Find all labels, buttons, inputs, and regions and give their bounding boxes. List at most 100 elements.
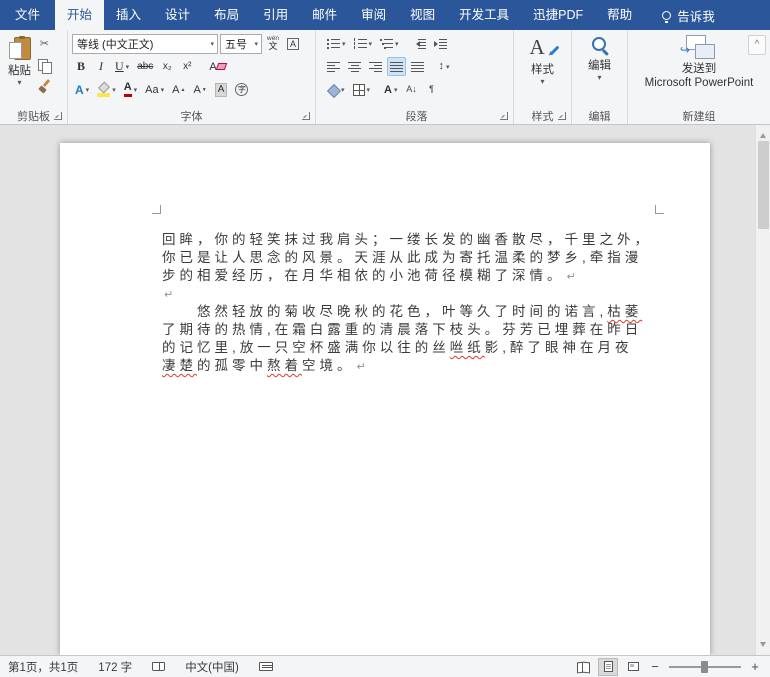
ribbon-tab-bar: 文件 开始 插入 设计 布局 引用 邮件 审阅 视图 开发工具 迅捷PDF 帮助… [0,0,770,30]
tab-file[interactable]: 文件 [0,0,55,30]
document-line[interactable]: 你已是让人思念的风景。天涯从此成为寄托温柔的梦乡,牵指漫 [162,249,662,267]
print-layout-button[interactable] [598,657,618,676]
send-to-powerpoint-icon: ↪ [680,35,716,60]
document-page[interactable]: 回眸，你的轻笑抹过我肩头；一缕长发的幽香散尽，千里之外， 你已是让人思念的风景。天… [60,143,710,655]
multilevel-list-button[interactable] [377,34,402,53]
clear-formatting-button[interactable]: A [206,57,227,76]
distribute-button[interactable] [408,57,427,76]
font-name-select[interactable]: 等线 (中文正文) [72,33,218,54]
input-mode-indicator[interactable] [258,662,273,671]
scrollbar-thumb[interactable] [758,141,769,229]
font-color-button[interactable]: A [121,80,140,99]
borders-button[interactable] [350,80,374,99]
send-arrow-icon: ↪ [680,43,691,57]
cut-button[interactable]: ✂ [35,35,54,54]
align-center-button[interactable] [345,57,364,76]
font-dialog-launcher[interactable] [302,112,310,120]
zoom-in-button[interactable]: + [748,659,762,674]
zoom-slider[interactable] [669,660,741,674]
font-size-select[interactable]: 五号 [220,33,262,54]
superscript-button[interactable]: x² [178,57,196,76]
copy-button[interactable] [35,56,54,75]
tab-home[interactable]: 开始 [55,0,105,30]
web-layout-button[interactable] [623,658,643,676]
document-text[interactable]: 回眸，你的轻笑抹过我肩头；一缕长发的幽香散尽，千里之外， 你已是让人思念的风景。天… [162,231,662,375]
highlight-color-button[interactable] [94,80,119,99]
styles-button[interactable]: A 样式 [526,32,560,107]
grow-font-icon: A [172,83,180,96]
grow-font-button[interactable]: A [169,80,188,99]
text-effects-button[interactable]: A [72,80,92,99]
align-left-button[interactable] [324,57,343,76]
paste-button[interactable]: 粘贴 [4,32,35,107]
show-formatting-marks-button[interactable]: ¶ [423,80,441,99]
chevron-up-icon: ^ [754,39,760,50]
proofing-status[interactable] [152,662,166,671]
tab-help[interactable]: 帮助 [595,0,644,30]
read-mode-button[interactable] [573,658,593,676]
document-line[interactable]: ↵ [162,285,662,303]
scroll-down-icon[interactable] [760,642,766,650]
tab-pdf-plugin[interactable]: 迅捷PDF [521,0,595,30]
zoom-out-button[interactable]: − [648,659,662,674]
tab-insert[interactable]: 插入 [104,0,153,30]
line-spacing-button[interactable]: ↕ [435,57,453,76]
clipboard-dialog-launcher[interactable] [54,112,62,120]
format-painter-button[interactable] [35,77,54,96]
shrink-font-button[interactable]: A [190,80,209,99]
strikethrough-button[interactable]: abc [134,57,156,76]
document-line[interactable]: 的记忆里,放一只空杯盛满你以往的丝咝纸影,醉了眼神在月夜 [162,339,662,357]
tab-review[interactable]: 审阅 [349,0,398,30]
tab-references[interactable]: 引用 [251,0,300,30]
bold-button[interactable]: B [72,57,90,76]
scissors-icon: ✂ [39,38,50,50]
paragraph-group-footer: 段落 [324,107,509,124]
document-line[interactable]: 悠然轻放的菊收尽晚秋的花色，叶等久了时间的诺言,枯萎 [162,303,662,321]
editing-button[interactable]: 编辑 [584,32,615,107]
tab-design[interactable]: 设计 [153,0,202,30]
vertical-scrollbar[interactable] [755,125,770,655]
zoom-slider-thumb[interactable] [701,660,708,673]
language-indicator[interactable]: 中文(中国) [185,659,239,675]
tell-me[interactable]: 告诉我 [652,0,725,30]
italic-button[interactable]: I [92,57,110,76]
sort-button[interactable]: A↓ [403,80,421,99]
pinyin-guide-button[interactable]: wén 文 [264,34,282,53]
word-window: 文件 开始 插入 设计 布局 引用 邮件 审阅 视图 开发工具 迅捷PDF 帮助… [0,0,770,677]
bold-icon: B [76,59,85,73]
numbering-button[interactable] [351,34,376,53]
styles-dialog-launcher[interactable] [558,112,566,120]
document-line[interactable]: 步的相爱经历，在月华相依的小池荷径模糊了深情。 ↵ [162,267,662,285]
new-group-label: 新建组 [682,111,716,123]
send-to-powerpoint-button[interactable]: ↪ 发送到 Microsoft PowerPoint [641,32,758,107]
decrease-indent-button[interactable] [410,34,429,53]
bullets-button[interactable] [324,34,349,53]
document-line[interactable]: 回眸，你的轻笑抹过我肩头；一缕长发的幽香散尽，千里之外， [162,231,662,249]
subscript-button[interactable]: x₂ [158,57,176,76]
strikethrough-icon: abc [137,61,154,72]
tab-mailings[interactable]: 邮件 [300,0,349,30]
justify-button[interactable] [387,57,406,76]
collapse-ribbon-button[interactable]: ^ [748,35,766,55]
text-run: 步的相爱经历，在月华相依的小池荷径模糊了深情。 [162,268,565,283]
word-count[interactable]: 172 字 [98,659,132,675]
page-indicator[interactable]: 第1页，共1页 [8,659,78,675]
enclose-characters-button[interactable]: 字 [232,80,251,99]
align-right-button[interactable] [366,57,385,76]
document-line[interactable]: 凄楚的孤零中熬着空境。 ↵ [162,357,662,375]
scroll-up-icon[interactable] [760,130,766,138]
tab-layout[interactable]: 布局 [202,0,251,30]
document-line[interactable]: 了期待的热情,在霜白露重的清晨落下枝头。芬芳已埋葬在昨日 [162,321,662,339]
shading-button[interactable] [324,80,348,99]
character-border-button[interactable]: A [284,34,302,53]
asian-layout-button[interactable]: A [381,80,400,99]
paragraph-dialog-launcher[interactable] [500,112,508,120]
tab-developer[interactable]: 开发工具 [447,0,521,30]
increase-indent-button[interactable] [431,34,450,53]
change-case-button[interactable]: Aa [142,80,167,99]
proofing-book-icon [152,662,166,671]
character-shading-button[interactable]: A [212,80,231,99]
tab-view[interactable]: 视图 [398,0,447,30]
document-area: 回眸，你的轻笑抹过我肩头；一缕长发的幽香散尽，千里之外， 你已是让人思念的风景。天… [0,125,770,655]
underline-button[interactable]: U [112,57,132,76]
